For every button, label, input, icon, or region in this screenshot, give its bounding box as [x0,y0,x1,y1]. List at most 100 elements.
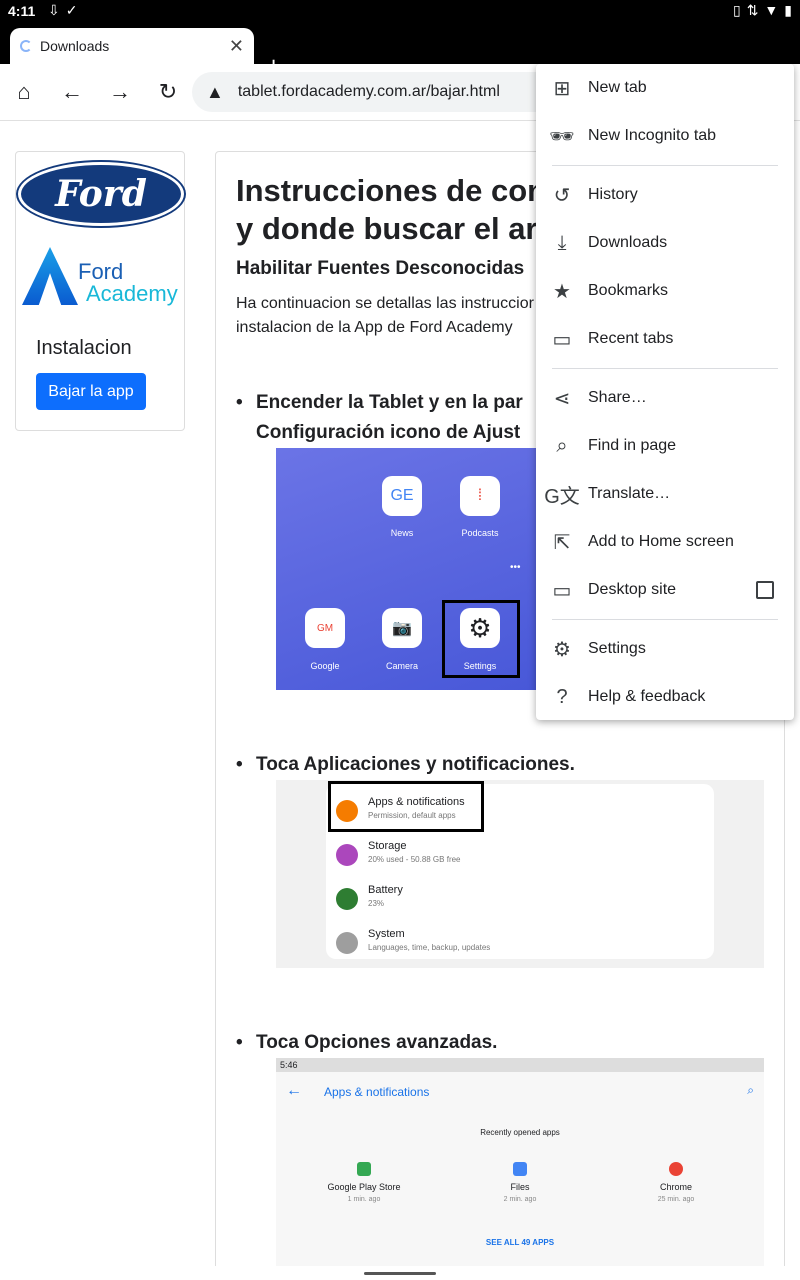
recent-app: Files 2 min. ago [460,1162,580,1203]
settings-row: System Languages, time, backup, updates [336,924,696,964]
screenshot-apps-notifications: 5:46 ← Apps & notifications ⌕ Recently o… [276,1058,764,1266]
settings-row: Storage 20% used - 50.88 GB free [336,836,696,876]
gesture-nav-handle[interactable] [364,1272,436,1275]
back-arrow-icon: ← [286,1082,302,1099]
wifi-icon: ▼ [764,2,779,18]
menu-item-label: Desktop site [588,581,677,598]
menu-item-desktop-site[interactable]: ▭ Desktop site [536,566,794,614]
tab-title: Downloads [40,38,110,54]
menu-item-label: Bookmarks [588,282,669,299]
find-icon: ⌕ [556,434,568,457]
menu-divider [552,165,778,166]
page-subtitle: Habilitar Fuentes Desconocidas [236,258,525,279]
camera-app-icon: 📷 [382,608,422,648]
step-3: Toca Opciones avanzadas. [236,1028,776,1058]
settings-row: Battery 23% [336,880,696,920]
status-bar: 4:11 ⇩ ✓ ▯ ⇅ ▼ ▮ [0,0,800,24]
settings-icon: ⚙ [553,638,571,661]
search-icon: ⌕ [747,1083,754,1097]
menu-item-label: Settings [588,640,646,657]
menu-item-label: Help & feedback [588,688,706,705]
intro-line1: Ha continuacion se detallas las instrucc… [236,295,534,312]
overflow-menu: ⊞ New tab 🕶 New Incognito tab ↺ History … [536,64,794,720]
system-icon [336,932,358,954]
menu-item-label: History [588,186,638,203]
settings-row-sub: Languages, time, backup, updates [368,943,491,952]
menu-divider [552,368,778,369]
recent-app-time: 2 min. ago [503,1196,537,1203]
menu-item-translate[interactable]: G文 Translate… [536,470,794,518]
menu-item-downloads[interactable]: ⤓ Downloads [536,219,794,267]
page-dots-icon: ••• [510,562,521,573]
forward-icon[interactable]: → [96,79,144,105]
recent-app-name: Google Play Store [327,1182,401,1192]
back-icon[interactable]: ← [48,79,96,105]
menu-item-find-in-page[interactable]: ⌕ Find in page [536,422,794,470]
intro-line2: instalacion de la App de Ford Academy [236,319,513,336]
warning-icon[interactable]: ▲ [206,82,224,103]
mini-header: ← Apps & notifications ⌕ [276,1072,764,1112]
recent-app: Google Play Store 1 min. ago [304,1162,424,1203]
intro-text: Ha continuacion se detallas las instrucc… [236,292,536,340]
close-icon[interactable]: ✕ [229,36,244,57]
desktop-icon: ▭ [552,579,572,602]
home-icon[interactable]: ⌂ [0,79,48,105]
battery-setting-icon [336,888,358,910]
menu-item-new-incognito-tab[interactable]: 🕶 New Incognito tab [536,112,794,160]
recent-app-time: 25 min. ago [657,1196,695,1203]
download-app-button[interactable]: Bajar la app [36,373,146,410]
recent-app-time: 1 min. ago [347,1196,381,1203]
translate-icon: G文 [544,485,580,508]
menu-item-share[interactable]: ⋖ Share… [536,374,794,422]
settings-row-sub: 20% used - 50.88 GB free [368,855,461,864]
menu-item-bookmarks[interactable]: ★ Bookmarks [536,267,794,315]
battery-icon: ▮ [784,2,792,18]
url-text[interactable]: tablet.fordacademy.com.ar/bajar.html [238,83,500,101]
google-folder-label: Google [310,661,340,671]
step-2: Toca Aplicaciones y notificaciones. [236,750,776,780]
devices-icon: ▭ [552,328,572,351]
help-icon: ? [556,685,568,708]
share-icon: ⋖ [553,387,571,410]
mini-status-bar: 5:46 [276,1058,764,1072]
menu-item-recent-tabs[interactable]: ▭ Recent tabs [536,315,794,363]
incognito-icon: 🕶 [549,125,575,148]
recent-app-name: Files [510,1182,530,1192]
mini-title: Apps & notifications [324,1085,430,1099]
check-icon: ✓ [65,2,78,18]
podcasts-app-label: Podcasts [461,528,499,538]
menu-item-label: Recent tabs [588,330,674,347]
reload-icon[interactable]: ↻ [144,79,192,105]
vibrate-icon: ▯ [732,2,741,18]
settings-row-title: Storage [368,840,407,852]
highlight-box [328,781,484,832]
history-icon: ↺ [553,184,571,207]
settings-row-title: System [368,928,405,940]
status-time: 4:11 [8,3,36,19]
settings-row-title: Battery [368,884,403,896]
news-app-icon: GE [382,476,422,516]
menu-item-settings[interactable]: ⚙ Settings [536,625,794,673]
see-all-apps-link: SEE ALL 49 APPS [485,1238,555,1247]
ford-academy-logo: Ford Academy [22,247,182,307]
tab-downloads[interactable]: Downloads ✕ [10,28,254,64]
menu-item-label: Translate… [588,485,671,502]
storage-icon [336,844,358,866]
recent-app: Chrome 25 min. ago [616,1162,736,1203]
menu-item-add-to-home[interactable]: ⇱ Add to Home screen [536,518,794,566]
menu-item-label: New tab [588,79,647,96]
ford-logo: Ford [18,162,184,226]
menu-item-new-tab[interactable]: ⊞ New tab [536,64,794,112]
menu-item-label: Downloads [588,234,668,251]
desktop-site-checkbox[interactable] [756,581,774,599]
menu-divider [552,619,778,620]
add-home-icon: ⇱ [553,531,571,554]
menu-item-label: Find in page [588,437,677,454]
star-icon: ★ [553,280,571,303]
downloads-icon: ⤓ [557,231,567,254]
play-store-icon [357,1162,371,1176]
menu-item-help[interactable]: ? Help & feedback [536,673,794,721]
menu-item-history[interactable]: ↺ History [536,171,794,219]
google-folder-icon: GM [305,608,345,648]
download-icon: ⇩ [48,2,60,18]
